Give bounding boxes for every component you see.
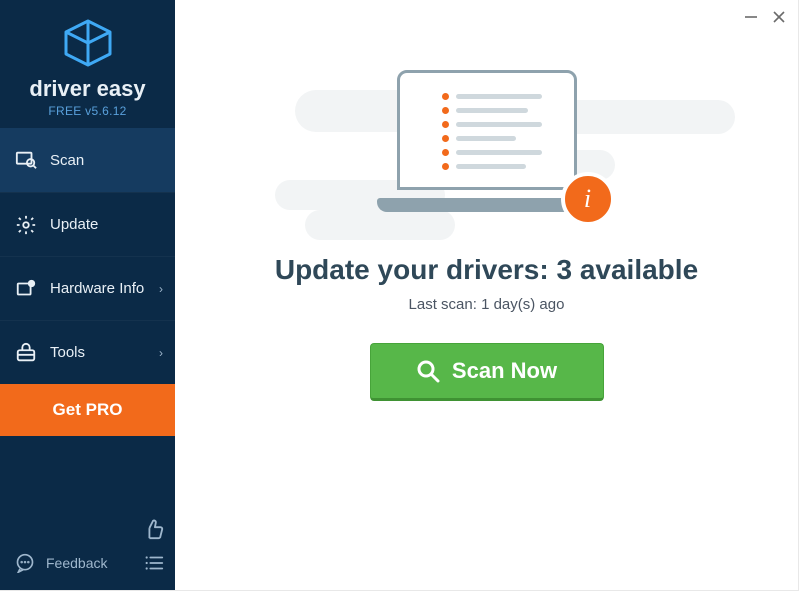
chevron-right-icon: › — [159, 346, 163, 360]
list-icon[interactable] — [143, 552, 165, 574]
gear-icon — [14, 213, 38, 237]
chat-icon — [14, 552, 36, 574]
sidebar: driver easy FREE v5.6.12 Scan Update i — [0, 0, 175, 590]
minimize-button[interactable] — [742, 8, 760, 26]
sidebar-item-label: Update — [50, 216, 98, 233]
search-icon — [416, 359, 440, 383]
sidebar-bottom: Feedback — [0, 504, 175, 590]
feedback-label: Feedback — [46, 555, 107, 571]
get-pro-label: Get PRO — [53, 400, 123, 420]
feedback-button[interactable]: Feedback — [10, 546, 165, 580]
chevron-right-icon: › — [159, 282, 163, 296]
hero-illustration: i — [175, 60, 798, 220]
sidebar-item-scan[interactable]: Scan — [0, 128, 175, 192]
last-scan-text: Last scan: 1 day(s) ago — [409, 296, 565, 313]
sidebar-item-tools[interactable]: Tools › — [0, 320, 175, 384]
sidebar-item-update[interactable]: Update — [0, 192, 175, 256]
svg-text:i: i — [31, 281, 32, 287]
info-badge-icon: i — [561, 172, 615, 226]
scan-now-button[interactable]: Scan Now — [370, 343, 604, 401]
laptop-illustration: i — [377, 70, 597, 220]
info-glyph: i — [584, 184, 591, 214]
scan-button-label: Scan Now — [452, 358, 557, 384]
thumbs-up-icon[interactable] — [143, 518, 165, 540]
hardware-info-icon: i — [14, 277, 38, 301]
sidebar-item-label: Scan — [50, 152, 84, 169]
main-panel: i Update your drivers: 3 available Last … — [175, 0, 798, 590]
monitor-search-icon — [14, 148, 38, 172]
brand-version: FREE v5.6.12 — [0, 104, 175, 118]
get-pro-button[interactable]: Get PRO — [0, 384, 175, 436]
brand-block: driver easy FREE v5.6.12 — [0, 0, 175, 128]
sidebar-like-row — [10, 512, 165, 546]
brand-name: driver easy — [0, 76, 175, 102]
headline: Update your drivers: 3 available — [275, 254, 698, 286]
sidebar-spacer — [0, 436, 175, 504]
sidebar-item-hardware-info[interactable]: i Hardware Info › — [0, 256, 175, 320]
sidebar-item-label: Tools — [50, 344, 85, 361]
sidebar-nav: Scan Update i Hardware Info › Tools — [0, 128, 175, 384]
sidebar-item-label: Hardware Info — [50, 280, 144, 297]
logo-icon — [0, 18, 175, 68]
window-controls — [742, 8, 788, 26]
close-button[interactable] — [770, 8, 788, 26]
toolbox-icon — [14, 341, 38, 365]
laptop-screen — [397, 70, 577, 190]
